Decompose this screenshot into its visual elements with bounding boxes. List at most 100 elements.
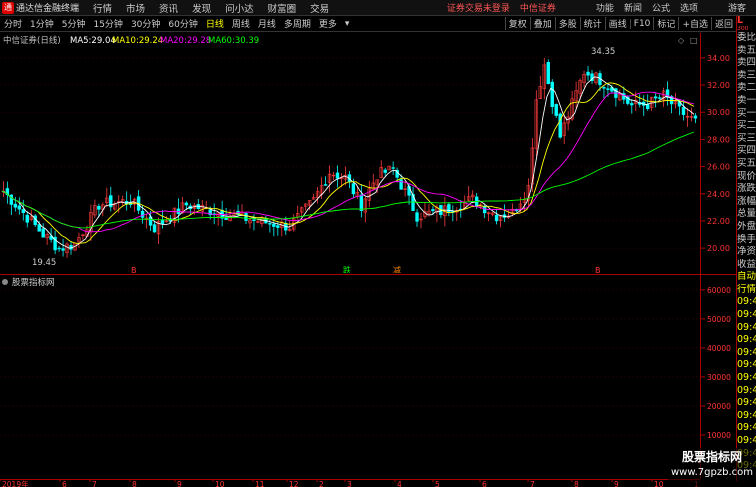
period-15min[interactable]: 15分钟 (89, 17, 126, 30)
menu-market[interactable]: 市场 (126, 1, 145, 15)
date-label: 2019年 (2, 479, 29, 487)
candle-body (140, 210, 145, 218)
multi-stock-button[interactable]: 多股 (554, 17, 580, 30)
watermark: 股票指标网 www.7gpzb.com (668, 448, 756, 487)
low-price-label: 19.45 (32, 258, 56, 268)
period-30min[interactable]: 30分钟 (127, 17, 164, 30)
volume-tick-label: 50000 (707, 315, 731, 324)
candle-body (276, 225, 280, 228)
square-icon[interactable]: □ (690, 36, 698, 45)
adjust-button[interactable]: 复权 (504, 17, 530, 30)
menu-ask[interactable]: 问小达 (225, 1, 254, 15)
candle-body (351, 183, 356, 195)
candle-body (25, 214, 29, 223)
indicator-name: 股票指标网 (12, 277, 55, 288)
draw-button[interactable]: 画线 (604, 17, 630, 30)
f10-button[interactable]: F10 (629, 18, 654, 29)
price-tick-label: 26.00 (707, 163, 730, 172)
mark-button[interactable]: 标记 (653, 17, 678, 30)
quote-row: 09:47 (737, 334, 756, 346)
candle-body (9, 194, 14, 205)
candle-body (359, 194, 364, 211)
menu-options[interactable]: 选项 (680, 1, 698, 14)
candle-body (97, 206, 101, 210)
date-label: 7 (92, 480, 97, 487)
candle-body (431, 209, 435, 212)
chevron-down-icon[interactable]: ▾ (341, 19, 354, 29)
volume-tick-label: 40000 (707, 344, 731, 353)
login-warning[interactable]: 证券交易未登录 (447, 1, 510, 14)
quote-row: 总量 (737, 208, 756, 220)
menu-discover[interactable]: 发现 (192, 1, 211, 15)
date-label: 8 (574, 480, 579, 487)
quote-row: 09:47 (737, 397, 756, 409)
price-tick-label: 28.00 (707, 135, 730, 144)
quote-row: 09:47 (737, 359, 756, 371)
quote-row: 09:47 (737, 409, 756, 421)
candle-body (61, 248, 65, 251)
candle-body (37, 224, 41, 232)
quote-row: 买五 (737, 157, 756, 169)
menu-function[interactable]: 功能 (596, 1, 614, 14)
period-60min[interactable]: 60分钟 (164, 17, 201, 30)
indicator-toggle-icon[interactable] (2, 279, 8, 285)
candle-body (494, 214, 499, 222)
quote-row: 卖一 (737, 94, 756, 106)
volume-tick-label: 60000 (707, 286, 731, 295)
period-5min[interactable]: 5分钟 (58, 17, 90, 30)
date-label: 12 (289, 480, 299, 487)
candle-body (554, 104, 558, 116)
period-daily[interactable]: 日线 (202, 17, 228, 30)
period-monthly[interactable]: 月线 (254, 17, 280, 30)
overlay-button[interactable]: 叠加 (529, 17, 555, 30)
candle-body (546, 62, 550, 85)
date-label: 9 (614, 480, 619, 487)
menu-trade[interactable]: 交易 (310, 1, 329, 15)
add-watchlist-button[interactable]: +自选 (678, 17, 711, 30)
candle-body (602, 87, 606, 89)
ma20-label: MA20:29.28 (160, 36, 211, 46)
fall-marker: 跌 (343, 265, 351, 273)
diamond-icon[interactable]: ◇ (678, 36, 685, 45)
period-1min[interactable]: 1分钟 (26, 17, 58, 30)
broker-name[interactable]: 中信证券 (520, 1, 556, 14)
back-button[interactable]: 返回 (710, 17, 736, 30)
quote-row: 买一 (737, 107, 756, 119)
candle-body (645, 104, 650, 110)
candle-body (335, 172, 340, 179)
price-tick-label: 24.00 (707, 190, 730, 199)
ma-20-line (1, 91, 695, 233)
quote-row: 09:47 (737, 346, 756, 358)
ma60-label: MA60:30.39 (208, 36, 259, 46)
menu-wealth[interactable]: 财富圈 (268, 1, 297, 15)
period-weekly[interactable]: 周线 (228, 17, 254, 30)
candle-body (630, 103, 634, 106)
price-tick-label: 30.00 (707, 108, 730, 117)
period-more[interactable]: 更多 (315, 17, 341, 30)
period-tick[interactable]: 分时 (0, 17, 26, 30)
period-multi[interactable]: 多周期 (280, 17, 315, 30)
menu-newsfeed[interactable]: 新闻 (624, 1, 642, 14)
candle-body (482, 206, 487, 214)
title-bar: 通 通达信金融终端 行情 市场 资讯 发现 问小达 财富圈 交易 证券交易未登录… (0, 0, 756, 16)
date-label: 5 (435, 480, 440, 487)
kline-chart[interactable]: 中信证券(日线) MA5:29.04 MA10:29.24 MA20:29.28… (0, 33, 700, 273)
high-price-label: 34.35 (591, 47, 615, 57)
price-tick-label: 22.00 (707, 217, 730, 226)
quote-row: 买三 (737, 132, 756, 144)
statistics-button[interactable]: 统计 (579, 17, 605, 30)
indicator-chart[interactable]: 股票指标网 (0, 274, 700, 479)
quote-row: 自动 (737, 271, 756, 283)
menu-quotes[interactable]: 行情 (93, 1, 112, 15)
quote-row: 09:47 (737, 321, 756, 333)
ma10-label: MA10:29.24 (112, 36, 163, 46)
menu-formula[interactable]: 公式 (652, 1, 670, 14)
quote-row: 卖四 (737, 57, 756, 69)
menu-news[interactable]: 资讯 (159, 1, 178, 15)
date-label: 3 (347, 480, 352, 487)
candle-body (653, 96, 658, 99)
candle-body (657, 97, 662, 99)
watermark-title: 股票指标网 (681, 450, 742, 464)
quote-row: 净资 (737, 246, 756, 258)
user-guest[interactable]: 游客 (728, 1, 746, 14)
